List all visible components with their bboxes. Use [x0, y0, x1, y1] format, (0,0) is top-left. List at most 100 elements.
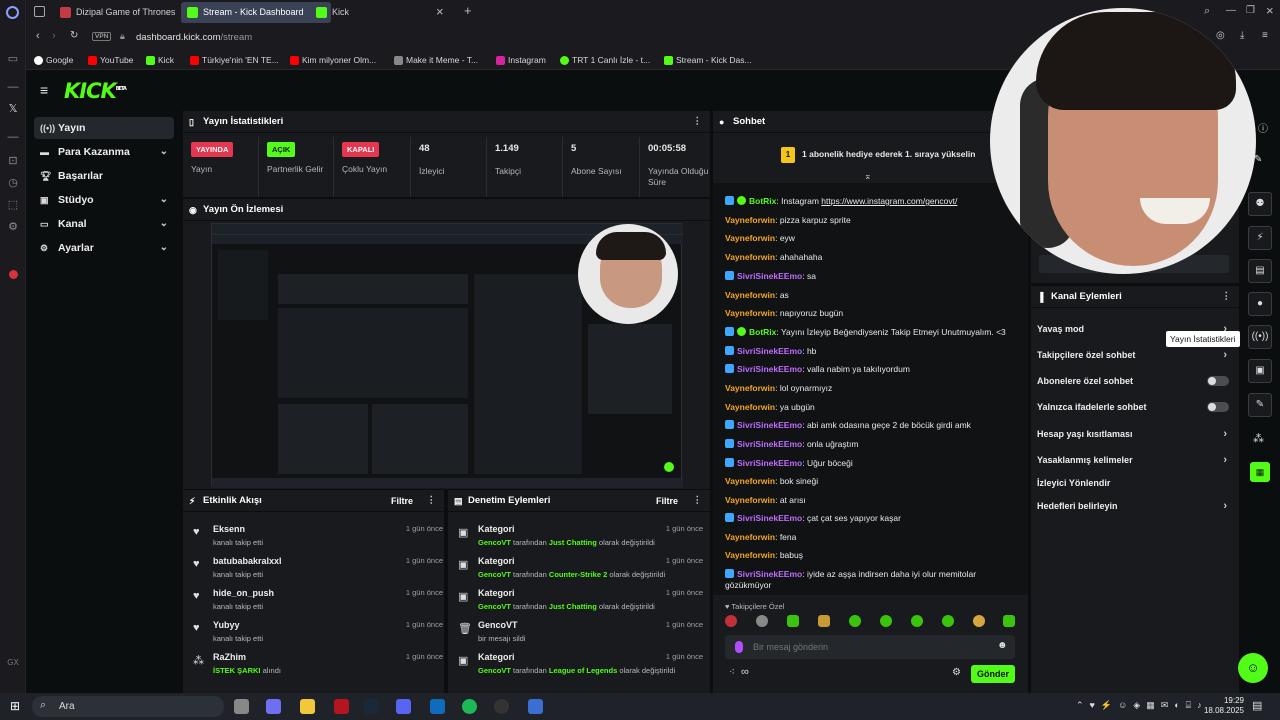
spotify-icon[interactable]: [462, 699, 477, 714]
box-icon[interactable]: ⬚: [6, 198, 20, 212]
player-icon[interactable]: ⊡: [6, 154, 20, 168]
infinity-icon[interactable]: ∞: [741, 666, 749, 678]
widget-moderation-icon[interactable]: ▣: [1248, 359, 1272, 383]
copilot-icon[interactable]: [266, 699, 281, 714]
chat-username[interactable]: Vayneforwin: [725, 476, 775, 486]
extension-icon[interactable]: —: [6, 80, 20, 94]
emote-icon[interactable]: [973, 615, 985, 627]
mod-actor[interactable]: GencoVT: [478, 538, 511, 547]
chat-username[interactable]: SivriSinekEEmo: [737, 420, 802, 430]
chat-username[interactable]: Vayneforwin: [725, 233, 775, 243]
widget-bolt-icon[interactable]: ⚡︎: [1248, 226, 1272, 250]
filter-button[interactable]: Filtre: [656, 490, 678, 512]
chat-settings-icon[interactable]: ⚙: [952, 667, 961, 678]
taskbar-search[interactable]: ⌕ Ara: [32, 696, 224, 717]
activity-user[interactable]: Yubyy: [213, 620, 240, 630]
chat-username[interactable]: Vayneforwin: [725, 215, 775, 225]
activity-user[interactable]: batubabakralxxl: [213, 556, 282, 566]
vpn-badge[interactable]: VPN: [92, 32, 112, 41]
chat-username[interactable]: Vayneforwin: [725, 550, 775, 560]
app-icon[interactable]: [528, 699, 543, 714]
chat-username[interactable]: SivriSinekEEmo: [737, 569, 802, 579]
bookmark-google[interactable]: Google: [34, 53, 73, 67]
chat-username[interactable]: SivriSinekEEmo: [737, 458, 802, 468]
more-options-icon[interactable]: ⋮: [427, 490, 437, 512]
bookmark-kick-dashboard[interactable]: Stream - Kick Das...: [664, 53, 752, 67]
menu-icon[interactable]: ≡: [1262, 30, 1268, 41]
activity-user[interactable]: hide_on_push: [213, 588, 274, 598]
chat-input[interactable]: [753, 639, 983, 655]
bookmark-kick[interactable]: Kick: [146, 53, 174, 67]
action-goals[interactable]: Hedefleri belirleyin ›: [1037, 498, 1229, 514]
send-button[interactable]: Gönder: [971, 665, 1015, 683]
widget-broadcast-icon[interactable]: ((•)): [1248, 325, 1272, 349]
emote-icon[interactable]: [725, 615, 737, 627]
discord-icon[interactable]: [396, 699, 411, 714]
bookmark-trt1[interactable]: TRT 1 Canlı İzle - t...: [560, 53, 650, 67]
chat-username[interactable]: Vayneforwin: [725, 290, 775, 300]
action-host[interactable]: İzleyici Yönlendir: [1037, 475, 1229, 491]
chat-username[interactable]: BotRix: [749, 196, 776, 206]
activity-user[interactable]: Eksenn: [213, 524, 245, 534]
close-window-icon[interactable]: ×: [1266, 3, 1274, 18]
edit-icon[interactable]: ✎: [1254, 154, 1262, 165]
tab-menu-icon[interactable]: [34, 6, 45, 17]
chat-username[interactable]: Vayneforwin: [725, 308, 775, 318]
emote-icon[interactable]: [787, 615, 799, 627]
settings-icon[interactable]: ⚙: [6, 220, 20, 234]
info-icon[interactable]: ⓘ: [1258, 120, 1268, 135]
tab-kick[interactable]: Kick: [310, 2, 430, 23]
support-chat-button[interactable]: ☺: [1238, 653, 1268, 683]
sidebar-item-yayin[interactable]: ((•)) Yayın: [34, 117, 174, 139]
chat-username[interactable]: Vayneforwin: [725, 402, 775, 412]
subs-only-toggle[interactable]: [1207, 376, 1229, 386]
url-field[interactable]: dashboard.kick.com/stream: [136, 32, 252, 43]
expand-icon[interactable]: ⌅: [864, 171, 872, 182]
chat-username[interactable]: SivriSinekEEmo: [737, 513, 802, 523]
chat-username[interactable]: SivriSinekEEmo: [737, 439, 802, 449]
windows-start-icon[interactable]: ⊞: [10, 700, 22, 712]
history-icon[interactable]: ◷: [6, 176, 20, 190]
chat-username[interactable]: SivriSinekEEmo: [737, 271, 802, 281]
chat-username[interactable]: Vayneforwin: [725, 532, 775, 542]
chat-username[interactable]: BotRix: [749, 327, 776, 337]
mod-actor[interactable]: GencoVT: [478, 602, 511, 611]
chat-username[interactable]: Vayneforwin: [725, 383, 775, 393]
emote-icon[interactable]: [1003, 615, 1015, 627]
tab-kick-dashboard[interactable]: Stream - Kick Dashboard: [181, 2, 331, 23]
sidebar-item-basarilar[interactable]: 🏆︎ Başarılar: [34, 165, 174, 187]
mod-actor[interactable]: GencoVT: [478, 570, 511, 579]
mod-actor[interactable]: GencoVT: [478, 666, 511, 675]
chat-username[interactable]: SivriSinekEEmo: [737, 364, 802, 374]
opera-logo-icon[interactable]: [6, 6, 19, 19]
bookmark-instagram[interactable]: Instagram: [496, 53, 546, 67]
sidebar-item-ayarlar[interactable]: ⚙ Ayarlar ⌄: [34, 237, 174, 259]
widget-active-icon[interactable]: ▦: [1250, 462, 1270, 482]
emote-icon[interactable]: [849, 615, 861, 627]
bookmark-youtube[interactable]: YouTube: [88, 53, 133, 67]
tab-dizipal[interactable]: Dizipal Game of Thrones: [54, 2, 196, 23]
bookmark-yt-turkiye[interactable]: Türkiye'nin 'EN TE...: [190, 53, 279, 67]
minus-icon[interactable]: —: [6, 130, 20, 144]
chat-link[interactable]: https://www.instagram.com/gencovt/: [821, 196, 957, 206]
tray-icons[interactable]: ⌃♥⚡☺◈▦✉◐⌸♪: [1076, 700, 1208, 711]
widget-tools-icon[interactable]: ✎: [1248, 393, 1272, 417]
restore-icon[interactable]: ❐: [1246, 5, 1255, 16]
bookmark-meme[interactable]: Make it Meme - T...: [394, 53, 478, 67]
reload-icon[interactable]: ↻: [70, 30, 78, 41]
more-options-icon[interactable]: ⋮: [1222, 286, 1232, 308]
more-options-icon[interactable]: ⋮: [693, 490, 703, 512]
filter-button[interactable]: Filtre: [391, 490, 413, 512]
search-tabs-icon[interactable]: ⌕: [1204, 5, 1210, 18]
emote-icon[interactable]: [880, 615, 892, 627]
emote-only-toggle[interactable]: [1207, 402, 1229, 412]
sidebar-item-para-kazanma[interactable]: ▬ Para Kazanma ⌄: [34, 141, 174, 163]
speed-dial-icon[interactable]: ▭: [6, 52, 20, 66]
hamburger-menu-icon[interactable]: ≡: [40, 82, 48, 98]
emote-icon[interactable]: [911, 615, 923, 627]
opera-gx-icon[interactable]: [334, 699, 349, 714]
sidebar-item-studyo[interactable]: ▣ Stüdyo ⌄: [34, 189, 174, 211]
mic-icon[interactable]: [735, 641, 743, 653]
widget-chat-icon[interactable]: ●: [1248, 292, 1272, 316]
widget-chat-stats-icon[interactable]: ⚉: [1248, 192, 1272, 216]
